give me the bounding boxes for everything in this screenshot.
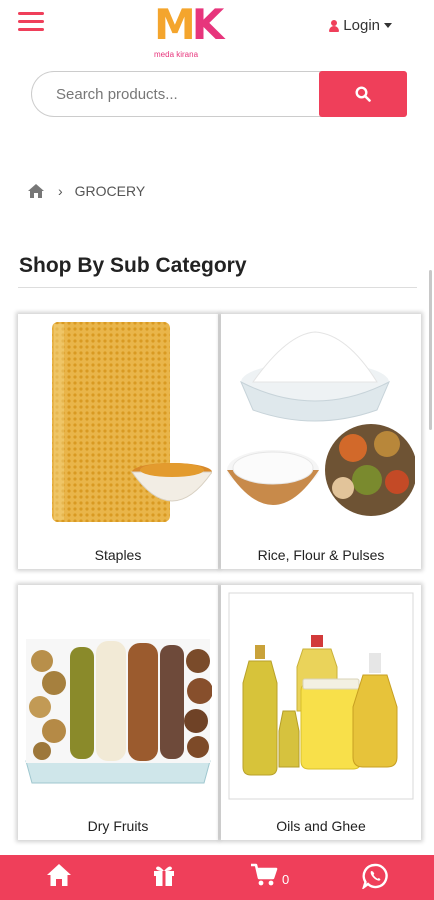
bottom-nav: 0 — [0, 855, 434, 900]
staples-image — [52, 322, 212, 522]
login-label: Login — [343, 17, 380, 34]
cart-icon[interactable] — [250, 863, 278, 887]
category-card-oils-ghee[interactable]: Oils and Ghee — [221, 585, 421, 840]
category-label: Rice, Flour & Pulses — [257, 547, 385, 563]
home-icon[interactable] — [46, 863, 72, 887]
breadcrumb-current: GROCERY — [74, 183, 146, 199]
breadcrumb: › GROCERY — [28, 183, 145, 199]
category-label: Dry Fruits — [87, 818, 149, 834]
search-icon — [355, 86, 371, 102]
divider — [18, 287, 417, 288]
category-label: Staples — [94, 547, 142, 563]
scrollbar[interactable] — [429, 270, 432, 430]
whatsapp-icon[interactable] — [362, 863, 388, 889]
gift-icon[interactable] — [152, 863, 176, 887]
category-card-rice-flour-pulses[interactable]: Rice, Flour & Pulses — [221, 314, 421, 569]
login-button[interactable]: Login — [329, 17, 392, 34]
chevron-right-icon: › — [58, 183, 63, 199]
caret-down-icon — [384, 23, 392, 28]
search-input[interactable] — [31, 71, 331, 117]
dry-fruits-image — [25, 639, 212, 784]
cart-count: 0 — [282, 872, 290, 887]
rice-flour-pulses-image — [227, 331, 415, 516]
category-card-dry-fruits[interactable]: Dry Fruits — [18, 585, 218, 840]
section-title: Shop By Sub Category — [19, 254, 247, 277]
oils-ghee-image — [228, 592, 414, 800]
user-icon — [329, 19, 340, 32]
logo[interactable]: MK meda kirana — [150, 0, 230, 62]
header: MK meda kirana Login — [0, 0, 434, 64]
category-label: Oils and Ghee — [276, 818, 366, 834]
search-bar — [31, 71, 407, 117]
category-card-staples[interactable]: Staples — [18, 314, 218, 569]
home-icon[interactable] — [28, 184, 44, 198]
menu-icon[interactable] — [18, 12, 44, 32]
search-button[interactable] — [319, 71, 407, 117]
